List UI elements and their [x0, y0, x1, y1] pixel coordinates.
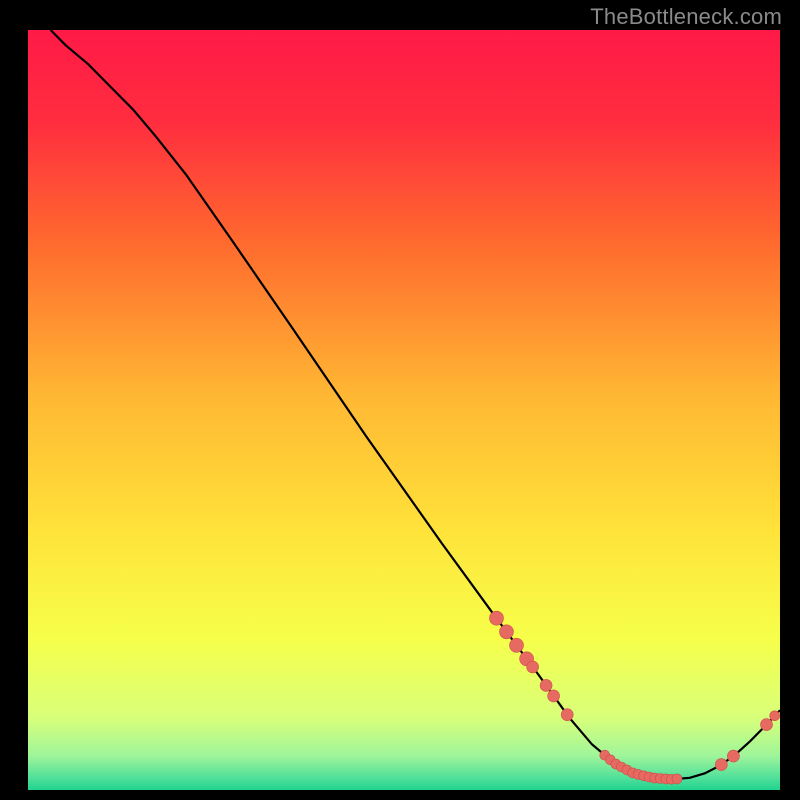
- data-point: [490, 611, 504, 625]
- data-point: [727, 750, 739, 762]
- data-point: [500, 625, 514, 639]
- data-point: [715, 759, 727, 771]
- data-point: [548, 690, 560, 702]
- gradient-background: [28, 30, 780, 790]
- bottleneck-chart: [0, 0, 800, 800]
- data-point: [527, 661, 539, 673]
- data-point: [672, 774, 682, 784]
- data-point: [770, 711, 780, 721]
- data-point: [540, 679, 552, 691]
- data-point: [761, 719, 773, 731]
- data-point: [561, 709, 573, 721]
- watermark-text: TheBottleneck.com: [590, 4, 782, 30]
- data-point: [510, 638, 524, 652]
